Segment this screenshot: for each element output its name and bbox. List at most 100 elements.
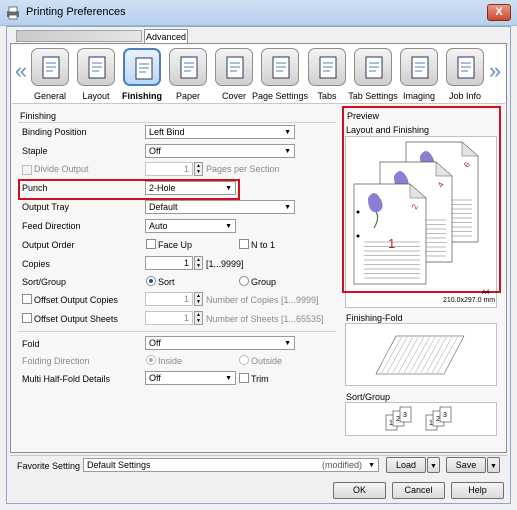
face-up-checkbox[interactable]: [146, 239, 156, 249]
feed-direction-select[interactable]: Auto ▼: [145, 219, 236, 233]
fold-label: Fold: [22, 339, 40, 349]
title-bar: Printing Preferences X: [0, 0, 517, 26]
divide-output-checkbox[interactable]: [22, 165, 32, 175]
favorite-setting-label: Favorite Setting: [17, 461, 81, 471]
finishing-section-title: Finishing: [20, 111, 57, 121]
cover-icon: [215, 48, 253, 86]
ok-button[interactable]: OK: [333, 482, 386, 499]
sort-label: Sort: [158, 277, 175, 287]
paper-size: A4: [482, 290, 490, 296]
finishing-icon: [123, 48, 161, 86]
tabs-icon: [308, 48, 346, 86]
sort-sheet-number: 1: [429, 420, 433, 427]
offset-output-sheets-checkbox[interactable]: [22, 313, 32, 323]
inside-radio[interactable]: [146, 355, 156, 365]
page-settings-icon: [261, 48, 299, 86]
n-to-1-label: N to 1: [251, 240, 276, 250]
chevron-down-icon: ▼: [284, 204, 291, 211]
toolbar-item-page-settings[interactable]: Page Settings: [252, 46, 308, 104]
finishing-fold-preview: [345, 323, 497, 386]
sort-sheet-number: 2: [396, 416, 400, 423]
divider: [18, 122, 336, 123]
trim-checkbox[interactable]: [239, 373, 249, 383]
chevron-down-icon: ▼: [284, 129, 291, 136]
punch-label: Punch: [22, 183, 48, 193]
staple-label: Staple: [22, 146, 48, 156]
paper-dims: 210.0x297.0 mm: [443, 297, 496, 304]
divider: [18, 331, 336, 332]
binding-position-label: Binding Position: [22, 127, 87, 137]
output-tray-label: Output Tray: [22, 202, 70, 212]
sort-group-preview: 123123: [345, 402, 497, 436]
paper-icon: [169, 48, 207, 86]
sort-sheet-number: 3: [443, 412, 447, 419]
job-info-icon: [446, 48, 484, 86]
offset-output-sheets-label: Offset Output Sheets: [34, 314, 118, 324]
cancel-button[interactable]: Cancel: [392, 482, 445, 499]
sort-group-preview-title: Sort/Group: [346, 392, 391, 402]
scroll-right-icon[interactable]: »: [488, 58, 502, 88]
punch-select[interactable]: 2-Hole ▼: [145, 181, 236, 195]
staple-select[interactable]: Off ▼: [145, 144, 295, 158]
chevron-down-icon: ▼: [284, 148, 291, 155]
layout-preview-image: 563412: [353, 141, 479, 285]
chevron-down-icon: ▼: [368, 462, 375, 469]
sort-group-preview-image: 123123: [385, 406, 452, 431]
favorite-setting-select[interactable]: Default Settings (modified) ▼: [83, 458, 379, 472]
tab-obscured[interactable]: [16, 30, 142, 42]
copies-label: Copies: [22, 259, 51, 269]
close-button[interactable]: X: [487, 4, 511, 21]
divide-output-label: Divide Output: [34, 164, 89, 174]
copies-range: [1...9999]: [206, 259, 244, 269]
modified-indicator: (modified): [321, 460, 362, 470]
imaging-icon: [400, 48, 438, 86]
fold-preview-image: [375, 335, 465, 375]
fold-select[interactable]: Off ▼: [145, 336, 295, 350]
save-menu-button[interactable]: ▼: [487, 457, 500, 473]
save-button[interactable]: Save: [446, 457, 486, 473]
chevron-down-icon: ▼: [225, 223, 232, 230]
general-icon: [31, 48, 69, 86]
sort-radio[interactable]: [146, 276, 156, 286]
inside-label: Inside: [158, 356, 183, 366]
tab-settings-icon: [354, 48, 392, 86]
tab-advanced[interactable]: Advanced: [144, 29, 188, 44]
offset-copies-spinner[interactable]: 1: [145, 292, 193, 306]
outside-radio[interactable]: [239, 355, 249, 365]
chevron-down-icon: ▼: [430, 463, 437, 470]
offset-copies-spin-buttons[interactable]: ▲ ▼: [194, 292, 203, 306]
n-to-1-checkbox[interactable]: [239, 239, 249, 249]
feed-direction-label: Feed Direction: [22, 221, 81, 231]
binding-position-select[interactable]: Left Bind ▼: [145, 125, 295, 139]
offset-sheets-spinner[interactable]: 1: [145, 311, 193, 325]
divide-output-spin-buttons[interactable]: ▲ ▼: [194, 162, 203, 176]
layout-icon: [77, 48, 115, 86]
output-tray-select[interactable]: Default ▼: [145, 200, 295, 214]
offset-output-copies-checkbox[interactable]: [22, 294, 32, 304]
outside-label: Outside: [251, 356, 283, 366]
toolbar-item-job-info[interactable]: Job Info: [442, 46, 488, 104]
offset-sheets-unit: Number of Sheets [1...65535]: [206, 314, 324, 324]
divide-output-spinner[interactable]: 1: [145, 162, 193, 176]
sort-sheet-number: 3: [403, 412, 407, 419]
group-radio[interactable]: [239, 276, 249, 286]
copies-spinner[interactable]: 1: [145, 256, 193, 270]
sort-sheet-number: 1: [389, 420, 393, 427]
help-button[interactable]: Help: [451, 482, 504, 499]
printer-icon: [6, 6, 20, 20]
output-order-label: Output Order: [22, 240, 75, 250]
multi-half-fold-select[interactable]: Off ▼: [145, 371, 236, 385]
divider: [10, 455, 507, 456]
sort-group-label: Sort/Group: [22, 277, 67, 287]
preview-page-number: 1: [388, 236, 395, 251]
chevron-down-icon: ▼: [490, 463, 497, 470]
offset-sheets-spin-buttons[interactable]: ▲ ▼: [194, 311, 203, 325]
copies-spin-buttons[interactable]: ▲ ▼: [194, 256, 203, 270]
load-button[interactable]: Load: [386, 457, 426, 473]
chevron-down-icon: ▼: [225, 185, 232, 192]
chevron-down-icon: ▼: [284, 340, 291, 347]
toolbar-item-label: Job Info: [448, 91, 482, 101]
preview-page: 12: [353, 183, 427, 285]
scroll-left-icon[interactable]: «: [14, 58, 28, 88]
load-menu-button[interactable]: ▼: [427, 457, 440, 473]
